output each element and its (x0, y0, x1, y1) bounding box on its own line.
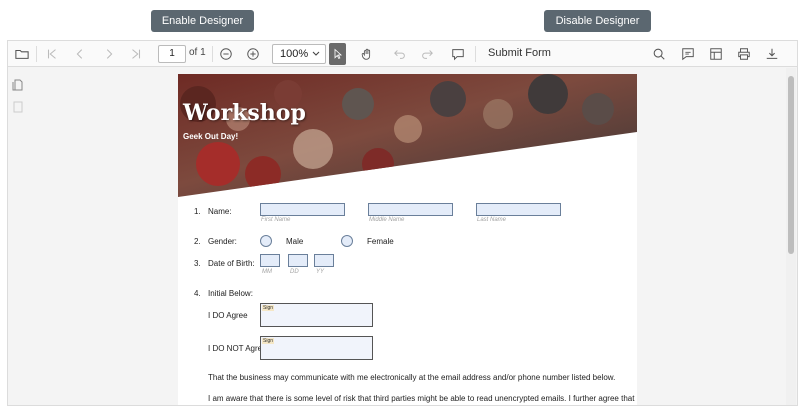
chevron-down-icon (312, 51, 320, 56)
bookmark-icon[interactable] (12, 100, 24, 113)
item-number: 4. (194, 289, 201, 298)
first-name-hint: First Name (261, 217, 291, 223)
toolbar-separator (475, 46, 476, 62)
middle-name-field[interactable] (368, 203, 453, 216)
dob-label: Date of Birth: (208, 259, 255, 268)
last-name-field[interactable] (476, 203, 561, 216)
disable-designer-mode-button[interactable]: Disable Designer Mode (544, 10, 651, 49)
banner-title: Workshop (183, 100, 306, 126)
redo-icon[interactable] (419, 44, 435, 64)
page-number-input[interactable]: 1 (158, 45, 186, 63)
gender-male-radio[interactable] (260, 235, 272, 247)
female-label: Female (367, 237, 394, 246)
undo-icon[interactable] (392, 44, 408, 64)
zoom-value: 100% (280, 48, 309, 60)
print-icon[interactable] (736, 44, 752, 64)
form-designer-icon[interactable] (708, 44, 724, 64)
sign-tag: Sign (262, 305, 275, 311)
previous-page-icon[interactable] (72, 44, 88, 64)
zoom-out-icon[interactable] (218, 44, 234, 64)
item-number: 1. (194, 207, 201, 216)
comment-icon[interactable] (450, 44, 466, 64)
item-number: 3. (194, 259, 201, 268)
submit-form-button[interactable]: Submit Form (488, 47, 551, 59)
pan-hand-icon[interactable] (359, 44, 375, 64)
enable-designer-mode-button[interactable]: Enable Designer Mode (151, 10, 254, 49)
agree-signature-field[interactable]: Sign (260, 303, 373, 327)
initial-below-label: Initial Below: (208, 289, 253, 298)
toolbar-separator (36, 46, 37, 62)
dob-year-field[interactable] (314, 254, 334, 267)
banner-subtitle: Geek Out Day! (183, 132, 239, 141)
vertical-scrollbar[interactable] (786, 68, 796, 405)
middle-name-hint: Middle Name (369, 217, 405, 223)
cursor-arrow-icon (334, 48, 342, 60)
open-folder-icon[interactable] (14, 44, 30, 64)
download-icon[interactable] (764, 44, 780, 64)
disagree-signature-field[interactable]: Sign (260, 336, 373, 360)
crowd-photo (178, 74, 637, 197)
top-bar: Enable Designer Mode Disable Designer Mo… (0, 0, 800, 49)
male-label: Male (286, 237, 304, 246)
dob-month-field[interactable] (260, 254, 280, 267)
last-page-icon[interactable] (128, 44, 144, 64)
first-name-field[interactable] (260, 203, 345, 216)
sign-tag: Sign (262, 338, 275, 344)
i-do-agree-label: I DO Agree (208, 311, 248, 320)
dob-day-field[interactable] (288, 254, 308, 267)
consent-paragraph-1: That the business may communicate with m… (208, 373, 616, 382)
dob-day-hint: DD (290, 269, 299, 275)
next-page-icon[interactable] (101, 44, 117, 64)
item-number: 2. (194, 237, 201, 246)
viewer-toolbar: 1 of 1 100% Submit Form (8, 41, 797, 67)
search-icon[interactable] (651, 44, 667, 64)
page-count-label: of 1 (189, 47, 206, 58)
pdf-viewer: 1 of 1 100% Submit Form Workshop Geek Ou… (7, 40, 798, 406)
name-label: Name: (208, 207, 232, 216)
gender-female-radio[interactable] (341, 235, 353, 247)
last-name-hint: Last Name (477, 217, 507, 223)
workshop-banner-image: Workshop Geek Out Day! (178, 74, 637, 197)
dob-year-hint: YY (316, 269, 325, 275)
annotation-edit-icon[interactable] (680, 44, 696, 64)
i-do-not-agree-label: I DO NOT Agree (208, 344, 267, 353)
zoom-select[interactable]: 100% (272, 44, 326, 64)
pdf-page: Workshop Geek Out Day! 1. Name: First Na… (178, 74, 637, 405)
scrollbar-thumb[interactable] (788, 76, 794, 254)
zoom-in-icon[interactable] (245, 44, 261, 64)
text-select-tool-button[interactable] (329, 43, 346, 65)
first-page-icon[interactable] (44, 44, 60, 64)
toolbar-separator (212, 46, 213, 62)
page-thumbnails-icon[interactable] (12, 78, 24, 91)
gender-label: Gender: (208, 237, 237, 246)
consent-paragraph-2: I am aware that there is some level of r… (208, 394, 635, 403)
dob-month-hint: MM (262, 269, 272, 275)
navigation-sidebar (8, 68, 28, 405)
